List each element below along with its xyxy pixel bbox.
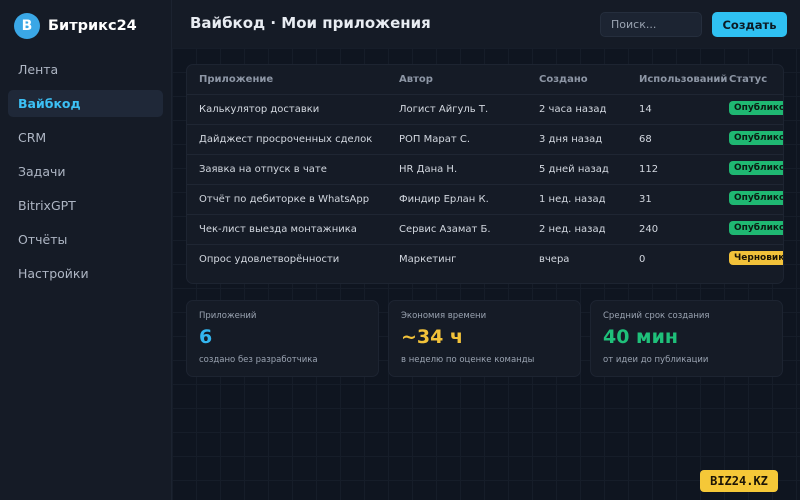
topbar: Вайбкод · Мои приложения Создать [172, 0, 800, 48]
table-body: Калькулятор доставки Логист Айгуль Т. 2 ча… [187, 95, 783, 275]
sidebar-item-2[interactable]: CRM [8, 124, 163, 151]
cell-created: 2 нед. назад [539, 224, 606, 235]
column-header-created[interactable]: Создано [539, 65, 635, 95]
status-badge: Черновик [729, 251, 783, 265]
app-window: B Битрикс24 Лента Вайбкод CRM Задачи BitrixG… [0, 0, 800, 500]
stat-value: 40 мин [603, 326, 679, 348]
stat-subtitle: в неделю по оценке команды [401, 355, 535, 365]
search-input[interactable] [600, 12, 702, 37]
cell-uses: 31 [639, 194, 652, 205]
column-header-uses[interactable]: Использований [639, 65, 727, 95]
cell-uses: 240 [639, 224, 659, 235]
table-row[interactable]: Опрос удовлетворённости Маркетинг вчера 0 Че… [187, 245, 783, 275]
logo-letter: B [21, 18, 33, 34]
watermark-badge: BIZ24.KZ [700, 470, 778, 492]
column-header-author[interactable]: Автор [399, 65, 535, 95]
cell-app: Опрос удовлетворённости [199, 254, 340, 265]
column-header-app[interactable]: Приложение [199, 65, 395, 95]
status-badge: Опубликовано [729, 101, 783, 115]
stat-label: Приложений [199, 311, 257, 321]
cell-status: Опубликовано [729, 95, 783, 125]
cell-author: РОП Марат С. [399, 134, 470, 145]
column-header-status[interactable]: Статус [729, 65, 783, 95]
cell-author: Логист Айгуль Т. [399, 104, 489, 115]
cell-uses: 112 [639, 164, 659, 175]
cell-app: Дайджест просроченных сделок [199, 134, 373, 145]
stat-label: Средний срок создания [603, 311, 710, 321]
cell-author: Финдир Ерлан К. [399, 194, 489, 205]
cell-status: Опубликовано [729, 155, 783, 185]
cell-uses: 0 [639, 254, 646, 265]
sidebar-item-5[interactable]: Отчёты [8, 226, 163, 253]
cell-created: вчера [539, 254, 570, 265]
table-row[interactable]: Дайджест просроченных сделок РОП Марат С.… [187, 125, 783, 155]
cell-created: 2 часа назад [539, 104, 607, 115]
apps-table: Приложение Автор Создано Использований С… [186, 64, 784, 284]
status-badge: Опубликовано [729, 131, 783, 145]
stat-card: Средний срок создания 40 мин от идеи до пу… [590, 300, 783, 377]
status-badge: Опубликовано [729, 191, 783, 205]
cell-status: Опубликовано [729, 185, 783, 215]
cell-author: HR Дана Н. [399, 164, 458, 175]
stat-value: ~34 ч [401, 326, 464, 348]
stat-subtitle: создано без разработчика [199, 355, 318, 365]
stat-label: Экономия времени [401, 311, 487, 321]
cell-author: Маркетинг [399, 254, 457, 265]
cell-app: Заявка на отпуск в чате [199, 164, 327, 175]
status-badge: Опубликовано [729, 221, 783, 235]
table-row[interactable]: Чек-лист выезда монтажника Сервис Азамат … [187, 215, 783, 245]
bitrix-logo-icon: B [14, 13, 40, 39]
sidebar-item-3[interactable]: Задачи [8, 158, 163, 185]
brand[interactable]: B Битрикс24 [14, 12, 137, 40]
table-header: Приложение Автор Создано Использований С… [187, 65, 783, 95]
create-button[interactable]: Создать [712, 12, 787, 37]
cell-app: Калькулятор доставки [199, 104, 320, 115]
cell-created: 5 дней назад [539, 164, 609, 175]
stat-card: Экономия времени ~34 ч в неделю по оценке … [388, 300, 581, 377]
stat-value: 6 [199, 326, 213, 348]
status-badge: Опубликовано [729, 161, 783, 175]
table-row[interactable]: Калькулятор доставки Логист Айгуль Т. 2 ча… [187, 95, 783, 125]
sidebar-item-6[interactable]: Настройки [8, 260, 163, 287]
sidebar-item-1[interactable]: Вайбкод [8, 90, 163, 117]
brand-name: Битрикс24 [48, 18, 137, 34]
sidebar: B Битрикс24 Лента Вайбкод CRM Задачи BitrixG… [0, 0, 172, 500]
cell-status: Опубликовано [729, 215, 783, 245]
cell-created: 3 дня назад [539, 134, 603, 145]
cell-uses: 68 [639, 134, 652, 145]
table-row[interactable]: Заявка на отпуск в чате HR Дана Н. 5 дней … [187, 155, 783, 185]
cell-created: 1 нед. назад [539, 194, 606, 205]
sidebar-item-0[interactable]: Лента [8, 56, 163, 83]
stat-card: Приложений 6 создано без разработчика [186, 300, 379, 377]
table-row[interactable]: Отчёт по дебиторке в WhatsApp Финдир Ерла… [187, 185, 783, 215]
cell-status: Опубликовано [729, 125, 783, 155]
page-title: Вайбкод · Мои приложения [190, 14, 431, 32]
cell-app: Чек-лист выезда монтажника [199, 224, 357, 235]
stat-subtitle: от идеи до публикации [603, 355, 709, 365]
cell-app: Отчёт по дебиторке в WhatsApp [199, 194, 370, 205]
cell-uses: 14 [639, 104, 652, 115]
sidebar-nav: Лента Вайбкод CRM Задачи BitrixGPT Отчёты Наст… [8, 56, 163, 294]
cell-author: Сервис Азамат Б. [399, 224, 491, 235]
cell-status: Черновик [729, 245, 783, 275]
sidebar-item-4[interactable]: BitrixGPT [8, 192, 163, 219]
